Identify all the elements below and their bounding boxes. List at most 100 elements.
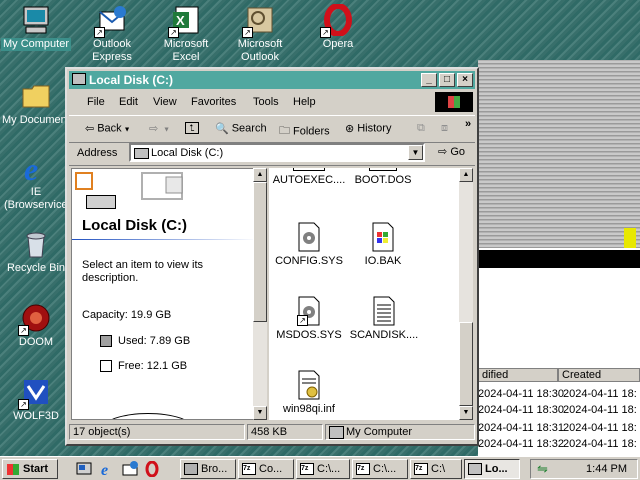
- desktop-icon-ie[interactable]: e IE (Browservice): [0, 151, 72, 212]
- start-label: Start: [23, 463, 49, 475]
- file-item-scandisk[interactable]: SCANDISK....: [339, 296, 429, 341]
- outlook-express-icon[interactable]: [122, 461, 138, 477]
- file-item-autoexec[interactable]: AUTOEXEC....: [269, 168, 349, 186]
- task-button-browser[interactable]: Bro...: [180, 459, 236, 479]
- menu-favorites[interactable]: Favorites: [191, 96, 236, 108]
- scroll-down-arrow-icon[interactable]: ▼: [459, 406, 473, 420]
- my-computer-icon: [329, 426, 344, 439]
- go-button[interactable]: ⇨ Go: [438, 145, 465, 158]
- copy-to-icon: ⧈: [441, 122, 448, 134]
- copy-to-button[interactable]: ⧈: [441, 122, 451, 135]
- shortcut-arrow-icon: ↗: [18, 399, 29, 410]
- maximize-button[interactable]: □: [439, 73, 455, 87]
- scroll-thumb[interactable]: [459, 322, 473, 406]
- menu-help[interactable]: Help: [293, 96, 316, 108]
- 7zip-icon: 7z: [356, 463, 370, 475]
- used-swatch: [100, 335, 112, 347]
- close-button[interactable]: ×: [457, 73, 473, 87]
- outlook-icon: ↗: [242, 4, 276, 38]
- desktop-icon-my-documents[interactable]: My Documents: [0, 80, 75, 127]
- desktop-icon-label: WOLF3D: [13, 410, 59, 422]
- start-button[interactable]: Start: [2, 459, 58, 479]
- file-item-io-bak[interactable]: IO.BAK: [343, 222, 423, 267]
- desktop-icon-label: IE (Browservice): [4, 186, 72, 211]
- up-folder-button[interactable]: ⮤: [185, 122, 202, 135]
- shortcut-arrow-icon: ↗: [297, 315, 308, 326]
- title-bar[interactable]: Local Disk (C:) _ □ ×: [69, 71, 475, 89]
- address-bar: Address Local Disk (C:) ▼ ⇨ Go: [69, 143, 475, 166]
- scroll-down-arrow-icon[interactable]: ▼: [253, 406, 267, 420]
- file-list-scrollbar[interactable]: ▲ ▼: [459, 168, 473, 420]
- menu-view[interactable]: View: [153, 96, 177, 108]
- desktop-icon-opera[interactable]: ↗ Opera: [302, 3, 374, 51]
- file-item-win98qi-inf[interactable]: win98qi.inf: [269, 370, 349, 415]
- task-button-7zip-co[interactable]: 7z Co...: [238, 459, 294, 479]
- status-zone: My Computer: [325, 424, 475, 440]
- drive-icon: [134, 148, 149, 159]
- minimize-button[interactable]: _: [421, 73, 437, 87]
- address-value: Local Disk (C:): [151, 147, 224, 159]
- task-button-local-disk[interactable]: Lo...: [464, 459, 520, 479]
- forward-button[interactable]: ⇨ ▼: [149, 122, 170, 135]
- menu-tools[interactable]: Tools: [253, 96, 279, 108]
- desktop-icon-doom[interactable]: ↗ DOOM: [0, 302, 72, 349]
- scroll-thumb[interactable]: [253, 182, 267, 322]
- scroll-up-arrow-icon[interactable]: ▲: [459, 168, 473, 182]
- address-input[interactable]: Local Disk (C:) ▼: [129, 143, 425, 162]
- desktop-icon-recycle-bin[interactable]: Recycle Bin: [0, 228, 72, 275]
- show-desktop-icon[interactable]: [76, 461, 92, 477]
- file-name: SCANDISK....: [349, 329, 419, 341]
- file-item-config-sys[interactable]: CONFIG.SYS: [269, 222, 349, 267]
- task-button-7zip-c1[interactable]: 7z C:\...: [296, 459, 350, 479]
- drive-icon: [468, 463, 482, 475]
- desktop-icon-outlook[interactable]: ↗ Microsoft Outlook: [224, 4, 296, 64]
- clock[interactable]: 1:44 PM: [586, 463, 627, 475]
- desktop-icon-excel[interactable]: X ↗ Microsoft Excel: [150, 4, 222, 64]
- forward-arrow-icon: ⇨: [149, 123, 159, 135]
- text-file-icon: [369, 168, 397, 171]
- system-file-icon: [297, 222, 321, 252]
- web-view-pane: Local Disk (C:) Select an item to view i…: [71, 168, 257, 420]
- history-button[interactable]: ⊛ History: [345, 122, 391, 135]
- desktop-icon-outlook-express[interactable]: ↗ Outlook Express: [76, 4, 148, 64]
- file-name: BOOT.DOS: [354, 174, 412, 186]
- address-dropdown-button[interactable]: ▼: [408, 145, 423, 160]
- menu-edit[interactable]: Edit: [119, 96, 138, 108]
- folders-button[interactable]: 🗀 Folders: [279, 122, 330, 141]
- internet-explorer-icon[interactable]: e: [100, 461, 116, 479]
- menu-bar: File Edit View Favorites Tools Help: [69, 91, 475, 113]
- doom-icon: ↗: [18, 302, 52, 336]
- svg-text:X: X: [176, 13, 185, 28]
- back-button[interactable]: ⇦ Back ▼: [85, 122, 131, 135]
- drive-icon: [72, 73, 86, 85]
- desktop-icon-my-computer[interactable]: My Computer: [0, 4, 72, 51]
- folders-label: Folders: [293, 125, 330, 138]
- shortcut-arrow-icon: ↗: [242, 27, 253, 38]
- explorer-window[interactable]: Local Disk (C:) _ □ × File Edit View Fav…: [65, 67, 479, 446]
- task-label: Lo...: [485, 463, 508, 475]
- status-size: 458 KB: [247, 424, 323, 440]
- column-header-modified[interactable]: dified: [478, 368, 558, 382]
- left-pane-scrollbar[interactable]: ▲ ▼: [253, 168, 267, 420]
- toolbar-overflow-chevron-icon[interactable]: »: [465, 118, 471, 130]
- opera-icon[interactable]: [144, 460, 160, 478]
- desktop-icon-wolf3d[interactable]: ↗ WOLF3D: [0, 376, 72, 423]
- go-arrow-icon: ⇨: [438, 146, 448, 158]
- file-item-msdos-sys[interactable]: ↗ MSDOS.SYS: [269, 296, 349, 341]
- menu-file[interactable]: File: [87, 96, 105, 108]
- move-to-button[interactable]: ⧉: [417, 122, 428, 135]
- my-computer-icon: [20, 4, 52, 36]
- table-cell: 2024-04-11 18:31: [478, 422, 565, 434]
- scroll-up-arrow-icon[interactable]: ▲: [253, 168, 267, 182]
- windows-flag-icon: [7, 464, 19, 475]
- network-icon[interactable]: ⇋: [537, 461, 548, 477]
- task-button-7zip-c3[interactable]: 7z C:\: [410, 459, 462, 479]
- desktop-icon-label: Outlook Express: [92, 38, 132, 63]
- pane-hint: Select an item to view its description.: [82, 259, 204, 284]
- background-window-accent: [624, 228, 636, 248]
- task-button-7zip-c2[interactable]: 7z C:\...: [352, 459, 408, 479]
- toolbar: ⇦ Back ▼ ⇨ ▼ ⮤ 🔍 Search 🗀 Folders ⊛ History …: [69, 115, 475, 143]
- column-header-created[interactable]: Created: [558, 368, 640, 382]
- file-item-boot-dos[interactable]: BOOT.DOS: [343, 168, 423, 186]
- search-button[interactable]: 🔍 Search: [215, 122, 267, 135]
